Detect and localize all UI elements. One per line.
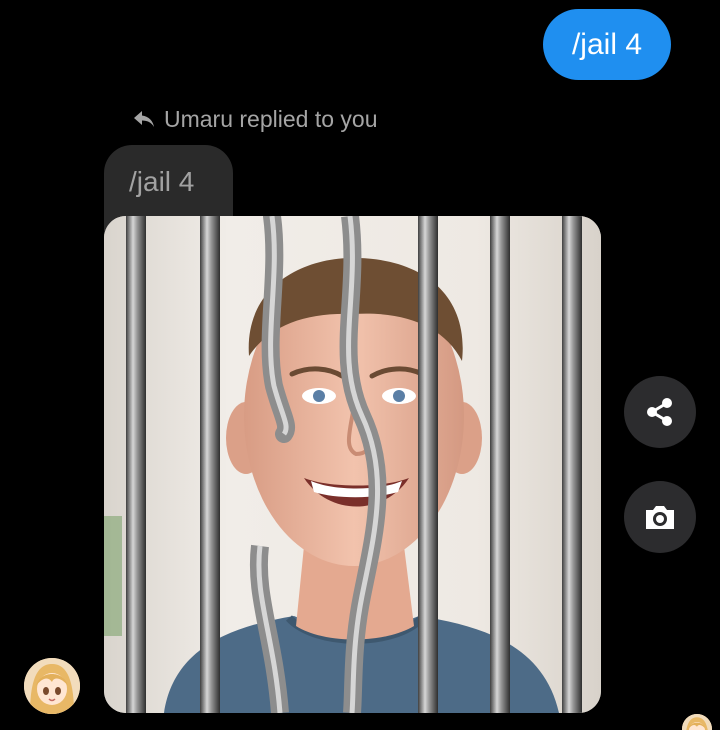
anime-girl-avatar xyxy=(24,658,80,714)
sent-message-bubble[interactable]: /jail 4 xyxy=(543,9,671,80)
camera-icon xyxy=(646,506,674,529)
anime-girl-avatar-small xyxy=(682,714,712,730)
read-receipt-avatar xyxy=(682,714,712,730)
sender-avatar[interactable] xyxy=(24,658,80,714)
quoted-message-text: /jail 4 xyxy=(129,166,195,197)
image-message[interactable] xyxy=(104,216,601,713)
reply-arrow-icon xyxy=(134,111,154,127)
share-icon xyxy=(647,398,672,426)
share-button[interactable] xyxy=(624,376,696,448)
jail-photo xyxy=(104,216,601,713)
reply-indicator: Umaru replied to you xyxy=(132,104,378,134)
sent-message-text: /jail 4 xyxy=(571,28,643,61)
chat-screen: /jail 4 Umaru replied to you /jail 4 xyxy=(0,0,720,730)
camera-button[interactable] xyxy=(624,481,696,553)
reply-indicator-text: Umaru replied to you xyxy=(164,105,378,132)
